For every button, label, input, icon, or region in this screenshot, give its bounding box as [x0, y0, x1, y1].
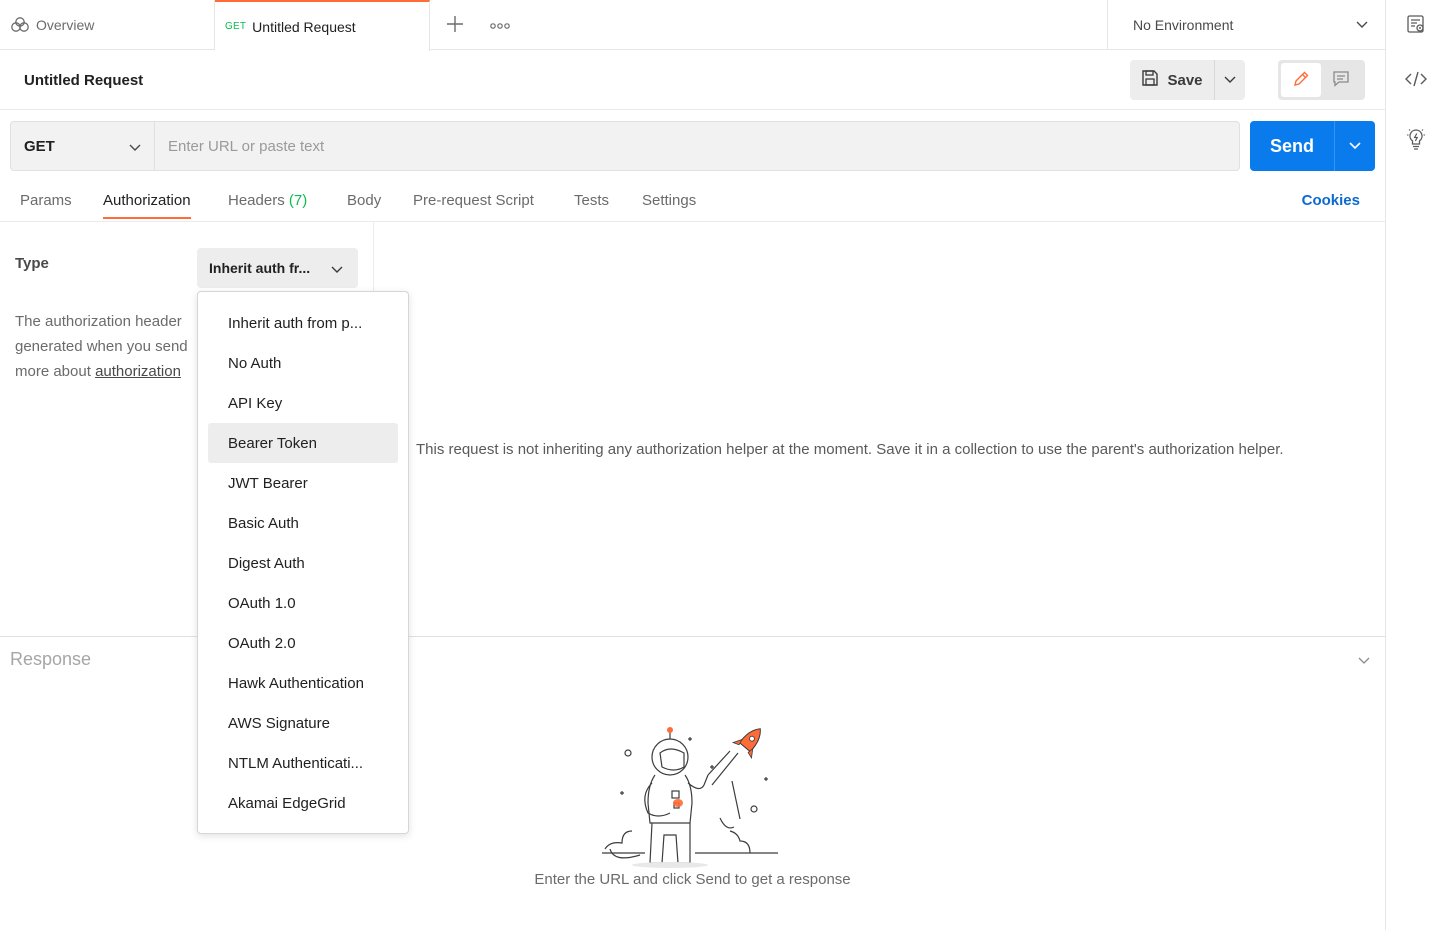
request-header: Untitled Request Save [0, 50, 1385, 110]
send-button[interactable]: Send [1250, 121, 1334, 171]
send-group: Send [1250, 121, 1375, 171]
chevron-down-icon [128, 140, 142, 158]
auth-type-dropdown-menu: Inherit auth from p... No Auth API Key B… [197, 291, 409, 834]
menu-item-digest-auth[interactable]: Digest Auth [208, 543, 398, 583]
method-select[interactable]: GET [10, 121, 155, 171]
menu-item-ntlm-authentication[interactable]: NTLM Authenticati... [208, 743, 398, 783]
menu-item-basic-auth[interactable]: Basic Auth [208, 503, 398, 543]
env-quicklook-icon [1406, 14, 1426, 37]
response-title: Response [10, 649, 92, 669]
auth-description-prefix: more about [15, 363, 91, 380]
auth-description-line: The authorization header [15, 313, 182, 330]
environment-select[interactable]: No Environment [1107, 0, 1385, 50]
tab-headers-label: Headers [228, 192, 285, 209]
request-tabs: Params Authorization Headers (7) Body Pr… [0, 181, 1385, 222]
menu-item-no-auth[interactable]: No Auth [208, 343, 398, 383]
code-icon [1405, 71, 1427, 90]
menu-item-bearer-token[interactable]: Bearer Token [208, 423, 398, 463]
send-options-button[interactable] [1334, 121, 1375, 171]
method-label: GET [24, 137, 55, 155]
plus-icon [446, 15, 464, 36]
url-input[interactable] [154, 121, 1240, 171]
edit-mode-button[interactable] [1281, 63, 1321, 97]
auth-inherit-message: This request is not inheriting any autho… [416, 441, 1284, 458]
workspace-icon [10, 17, 30, 33]
auth-description-line: generated when you send [15, 338, 188, 355]
menu-item-oauth-2[interactable]: OAuth 2.0 [208, 623, 398, 663]
tab-body[interactable]: Body [347, 192, 381, 217]
floppy-disk-icon [1141, 69, 1159, 91]
environment-label: No Environment [1133, 17, 1234, 33]
chevron-down-icon [1223, 72, 1237, 89]
menu-item-jwt-bearer[interactable]: JWT Bearer [208, 463, 398, 503]
tab-overview[interactable]: Overview [0, 0, 215, 50]
right-sidebar [1385, 0, 1445, 930]
tab-overview-label: Overview [36, 17, 95, 33]
auth-description-line: more about authorization [15, 359, 197, 384]
comment-icon [1332, 70, 1350, 91]
menu-item-oauth-1[interactable]: OAuth 1.0 [208, 583, 398, 623]
menu-item-hawk-authentication[interactable]: Hawk Authentication [208, 663, 398, 703]
tab-bar: Overview GET Untitled Request No Environ… [0, 0, 1385, 51]
mode-toggle [1278, 60, 1365, 100]
tips-button[interactable] [1401, 125, 1431, 155]
more-tabs-button[interactable] [485, 10, 515, 40]
save-options-button[interactable] [1214, 60, 1245, 100]
environment-quicklook-button[interactable] [1401, 10, 1431, 40]
new-tab-button[interactable] [440, 10, 470, 40]
auth-type-value: Inherit auth fr... [209, 260, 311, 276]
auth-type-label: Type [15, 255, 49, 272]
menu-item-api-key[interactable]: API Key [208, 383, 398, 423]
response-empty-message: Enter the URL and click Send to get a re… [534, 871, 851, 888]
chevron-down-icon [1348, 138, 1362, 155]
astronaut-illustration [600, 723, 785, 871]
chevron-down-icon [1355, 17, 1369, 34]
collapse-response-button[interactable] [1357, 653, 1371, 670]
save-button[interactable]: Save [1130, 60, 1214, 100]
headers-count-badge: (7) [288, 192, 308, 209]
menu-item-akamai-edgegrid[interactable]: Akamai EdgeGrid [208, 783, 398, 823]
lightbulb-icon [1406, 127, 1426, 154]
tab-authorization[interactable]: Authorization [103, 192, 191, 219]
tab-settings[interactable]: Settings [642, 192, 696, 217]
auth-description: The authorization header generated when … [15, 309, 197, 384]
tab-pre-request-script[interactable]: Pre-request Script [413, 192, 534, 217]
tab-tests[interactable]: Tests [574, 192, 609, 217]
menu-item-aws-signature[interactable]: AWS Signature [208, 703, 398, 743]
save-label: Save [1167, 71, 1203, 89]
tab-request-label: Untitled Request [252, 18, 356, 35]
authorization-help-link[interactable]: authorization [95, 363, 181, 380]
chevron-down-icon [330, 262, 344, 279]
cookies-link[interactable]: Cookies [1302, 192, 1360, 209]
save-group: Save [1130, 60, 1245, 100]
ellipsis-icon [490, 17, 510, 33]
pencil-icon [1292, 70, 1310, 91]
menu-item-inherit-auth[interactable]: Inherit auth from p... [208, 303, 398, 343]
tab-params[interactable]: Params [20, 192, 72, 217]
chevron-down-icon [1357, 654, 1371, 670]
request-title[interactable]: Untitled Request [24, 72, 143, 89]
tab-headers[interactable]: Headers (7) [228, 192, 307, 217]
tab-method-tag: GET [225, 21, 247, 32]
tab-untitled-request[interactable]: GET Untitled Request [215, 0, 430, 51]
comments-mode-button[interactable] [1321, 63, 1361, 97]
code-snippet-button[interactable] [1401, 65, 1431, 95]
auth-type-select[interactable]: Inherit auth fr... [197, 248, 358, 288]
